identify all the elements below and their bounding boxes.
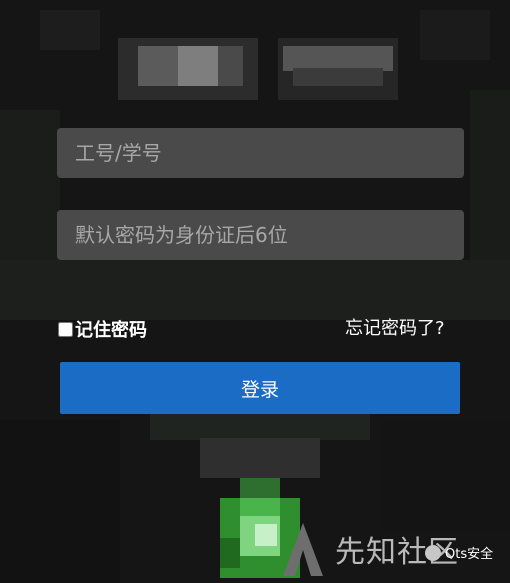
login-button[interactable]: 登录 — [60, 362, 460, 414]
password-input[interactable] — [57, 210, 464, 260]
remember-password[interactable]: 记住密码 — [58, 316, 147, 342]
remember-checkbox[interactable] — [58, 321, 73, 337]
username-input[interactable] — [57, 128, 464, 178]
watermark-badge: Ots安全 — [425, 543, 493, 562]
remember-label: 记住密码 — [75, 320, 147, 341]
wechat-icon — [425, 544, 441, 561]
watermark-badge-text: Ots安全 — [445, 547, 494, 562]
forgot-password-link[interactable]: 忘记密码了? — [345, 314, 445, 340]
watermark-logo-icon — [283, 523, 323, 576]
school-logo — [118, 38, 398, 100]
